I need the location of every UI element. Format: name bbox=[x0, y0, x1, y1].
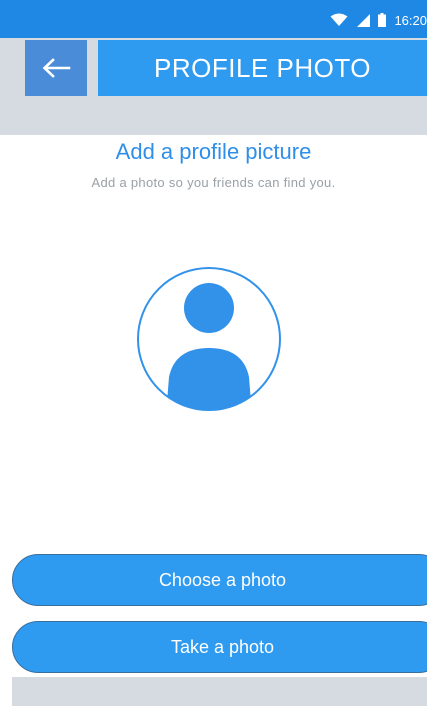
choose-photo-button[interactable]: Choose a photo bbox=[12, 554, 427, 606]
page-title: PROFILE PHOTO bbox=[154, 52, 371, 83]
wifi-icon bbox=[330, 13, 348, 26]
status-bar: 16:20 bbox=[0, 0, 427, 38]
add-profile-subheading: Add a photo so you friends can find you. bbox=[91, 175, 336, 190]
user-avatar-icon[interactable] bbox=[137, 267, 281, 411]
take-photo-label: Take a photo bbox=[170, 636, 275, 657]
take-photo-button[interactable]: Take a photo bbox=[12, 621, 427, 673]
status-icons: 16:20 bbox=[330, 11, 427, 29]
choose-photo-label: Choose a photo bbox=[158, 569, 287, 590]
arrow-left-icon bbox=[42, 58, 71, 78]
signal-icon bbox=[357, 14, 371, 27]
back-button[interactable] bbox=[25, 40, 87, 96]
title-bar: PROFILE PHOTO bbox=[98, 40, 427, 96]
footer-bar bbox=[12, 677, 427, 706]
add-profile-heading: Add a profile picture bbox=[115, 139, 312, 164]
status-time: 16:20 bbox=[394, 12, 427, 28]
battery-icon bbox=[378, 13, 387, 27]
header: PROFILE PHOTO bbox=[0, 38, 427, 135]
